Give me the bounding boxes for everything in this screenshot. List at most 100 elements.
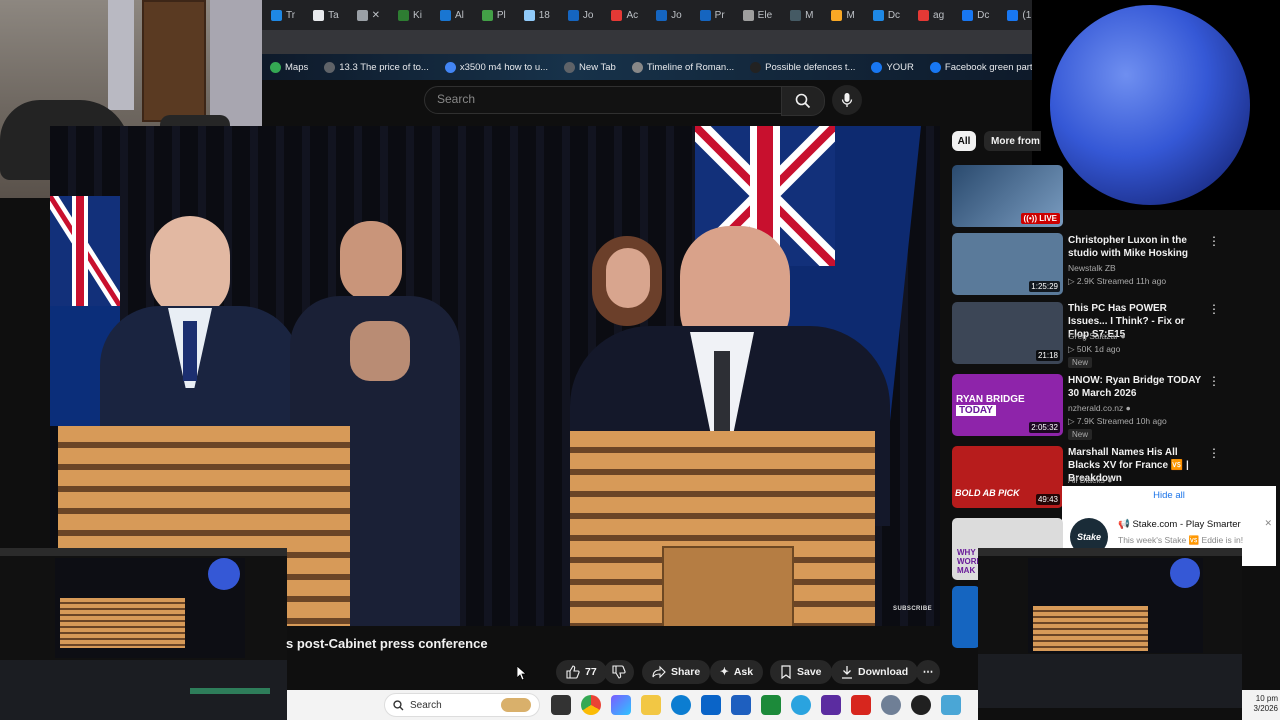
rec-thumbnail-4[interactable]: BOLD AB PICK 49:43 xyxy=(952,446,1063,508)
browser-tab[interactable]: Ta xyxy=(304,0,348,30)
rec-channel-2[interactable]: Greg Salazar ● xyxy=(1068,331,1126,341)
browser-tab[interactable]: (1 xyxy=(998,0,1032,30)
store-icon[interactable] xyxy=(731,695,751,715)
browser-tab[interactable]: ✕ xyxy=(348,0,389,30)
taskbar-search[interactable]: Search xyxy=(384,693,540,717)
edge-icon[interactable] xyxy=(671,695,691,715)
outlook-icon[interactable] xyxy=(701,695,721,715)
hide-all-link[interactable]: Hide all xyxy=(1062,490,1276,501)
bookmark-label: Possible defences t... xyxy=(765,61,856,73)
dislike-button[interactable] xyxy=(604,660,634,684)
save-button[interactable]: Save xyxy=(770,660,832,684)
rec-menu-icon-3[interactable]: ⋮ xyxy=(1208,374,1220,388)
browser-tab[interactable]: Jo xyxy=(559,0,603,30)
rec-meta-1: ▷ 2.9K Streamed 11h ago xyxy=(1068,276,1167,286)
browser-tab[interactable]: Tr xyxy=(262,0,304,30)
more-actions-button[interactable]: ⋯ xyxy=(916,660,940,684)
bookmark-item[interactable]: 13.3 The price of to... xyxy=(316,61,437,73)
facebook-icon xyxy=(871,61,883,73)
ad-title[interactable]: 📢 Stake.com - Play Smarter xyxy=(1118,519,1241,530)
bookmark-item[interactable]: New Tab xyxy=(556,61,624,73)
bookmark-item[interactable]: Facebook green party xyxy=(922,61,1032,73)
ask-button[interactable]: ✦ Ask xyxy=(710,660,764,684)
thumbs-up-icon xyxy=(566,665,580,679)
like-button[interactable]: 77 xyxy=(556,660,607,684)
terminal-icon[interactable] xyxy=(761,695,781,715)
page-icon xyxy=(324,61,336,73)
rec-thumbnail-3[interactable]: RYAN BRIDGE TODAY 2:05:32 xyxy=(952,374,1063,436)
app-purple-icon[interactable] xyxy=(821,695,841,715)
windows-taskbar: Search xyxy=(287,690,978,720)
tab-label: Dc xyxy=(977,9,990,21)
tab-favicon-icon xyxy=(271,9,282,21)
more-horizontal-icon: ⋯ xyxy=(922,666,934,678)
system-tray-clock[interactable]: 10 pm 3/2026 xyxy=(1242,690,1280,720)
microphone-icon xyxy=(841,93,853,107)
rec-new-badge-2: New xyxy=(1068,357,1093,368)
browser-tab[interactable]: Ac xyxy=(602,0,647,30)
rec-thumbnail-1[interactable]: 1:25:29 xyxy=(952,233,1063,295)
bookmark-label: Facebook green party xyxy=(944,61,1032,73)
bookmark-item[interactable]: x3500 m4 how to u... xyxy=(437,61,556,73)
download-button[interactable]: Download xyxy=(831,660,919,684)
file-explorer-icon[interactable] xyxy=(641,695,661,715)
subscribe-watermark[interactable]: SUBSCRIBE xyxy=(893,606,932,612)
tab-favicon-icon xyxy=(611,9,623,21)
bookmark-item[interactable]: Timeline of Roman... xyxy=(624,61,742,73)
google-icon xyxy=(444,61,456,73)
browser-tab[interactable]: Pr xyxy=(691,0,734,30)
address-bar[interactable] xyxy=(262,30,1032,54)
verified-icon: ● xyxy=(1107,475,1113,485)
rec-title-3[interactable]: HNOW: Ryan Bridge TODAY 30 March 2026 xyxy=(1068,374,1202,400)
rec-title-1[interactable]: Christopher Luxon in the studio with Mik… xyxy=(1068,234,1202,260)
browser-tab[interactable]: Dc xyxy=(953,0,998,30)
search-button[interactable] xyxy=(781,86,825,116)
windows-start-icon[interactable] xyxy=(356,697,373,714)
tab-favicon-icon xyxy=(962,9,974,21)
screen-app-icon[interactable] xyxy=(941,695,961,715)
bookmark-item[interactable]: YOUR xyxy=(863,61,921,73)
settings-gear-icon[interactable] xyxy=(881,695,901,715)
bookmark-item[interactable]: Possible defences t... xyxy=(742,61,863,73)
chip-more-from[interactable]: More from xyxy=(984,131,1041,151)
live-thumbnail[interactable]: ((•)) LIVE xyxy=(952,165,1063,227)
rec-thumbnail-2[interactable]: 21:18 xyxy=(952,302,1063,364)
tab-favicon-icon xyxy=(872,9,884,21)
search-icon xyxy=(795,93,811,109)
tab-favicon-icon xyxy=(439,9,451,21)
share-button[interactable]: Share xyxy=(642,660,711,684)
adobe-icon[interactable] xyxy=(851,695,871,715)
browser-tab[interactable]: 18 xyxy=(515,0,559,30)
tab-favicon-icon xyxy=(313,9,325,21)
voice-search-button[interactable] xyxy=(832,85,862,115)
rec-channel-3[interactable]: nzherald.co.nz ● xyxy=(1068,403,1131,413)
bookmark-item[interactable]: Maps xyxy=(262,61,316,73)
ad-close-icon[interactable]: ✕ xyxy=(1264,518,1272,529)
browser-tab[interactable]: Ki xyxy=(389,0,431,30)
live-icon: ((•)) xyxy=(1023,214,1040,223)
rec-menu-icon-4[interactable]: ⋮ xyxy=(1208,446,1220,460)
browser-tab[interactable]: M xyxy=(822,0,863,30)
rec-channel-1[interactable]: Newstalk ZB xyxy=(1068,263,1116,273)
browser-tab[interactable]: Ele xyxy=(734,0,781,30)
rec-menu-icon-1[interactable]: ⋮ xyxy=(1208,234,1220,248)
chrome-icon[interactable] xyxy=(581,695,601,715)
browser-tab[interactable]: Dc xyxy=(864,0,909,30)
rec-channel-4[interactable]: All Blacks ● xyxy=(1068,475,1112,485)
browser-tab[interactable]: Pl xyxy=(473,0,515,30)
task-view-icon[interactable] xyxy=(551,695,571,715)
tab-label: (1 xyxy=(1022,9,1032,21)
browser-tab[interactable]: ag xyxy=(909,0,953,30)
obs-icon[interactable] xyxy=(911,695,931,715)
chip-all[interactable]: All xyxy=(952,131,976,151)
search-input[interactable] xyxy=(425,87,769,111)
rec-menu-icon-2[interactable]: ⋮ xyxy=(1208,302,1220,316)
browser-tab[interactable]: Jo xyxy=(647,0,691,30)
rec-channel-name-2: Greg Salazar xyxy=(1068,331,1119,341)
telegram-icon[interactable] xyxy=(791,695,811,715)
search-box[interactable] xyxy=(424,86,782,114)
copilot-icon[interactable] xyxy=(611,695,631,715)
ad-text: This week's Stake 🆚 Eddie is in! xyxy=(1118,535,1244,545)
browser-tab[interactable]: M xyxy=(781,0,822,30)
browser-tab[interactable]: Al xyxy=(431,0,473,30)
